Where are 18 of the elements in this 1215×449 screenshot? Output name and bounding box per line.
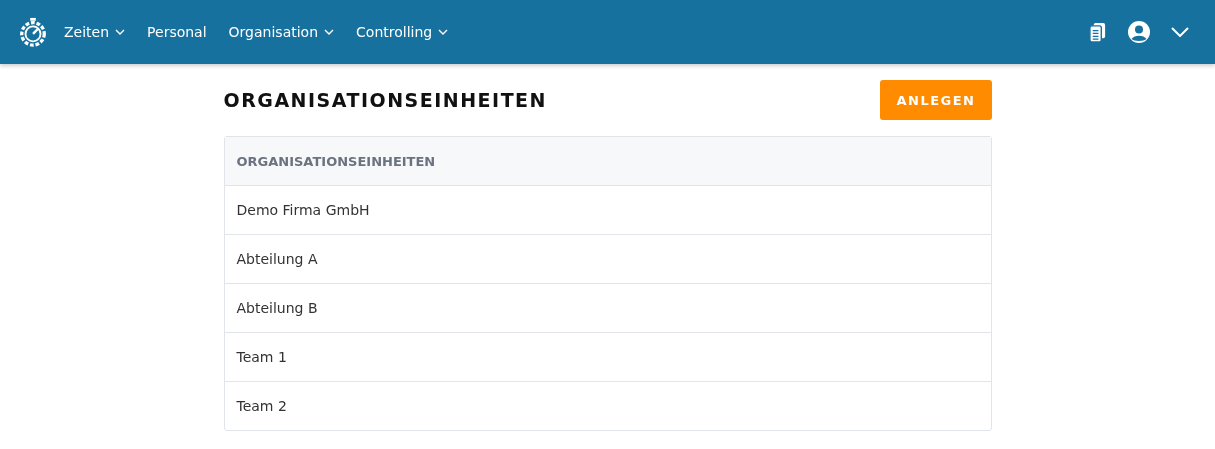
stopwatch-icon[interactable] xyxy=(18,17,48,47)
user-icon[interactable] xyxy=(1127,20,1151,44)
table-cell[interactable]: Abteilung A xyxy=(224,235,991,284)
nav-menu-item[interactable]: Zeiten xyxy=(64,24,126,40)
table-cell[interactable]: Team 1 xyxy=(224,333,991,382)
table-cell[interactable]: Abteilung B xyxy=(224,284,991,333)
page-title: ORGANISATIONSEINHEITEN xyxy=(223,89,547,111)
chevron-down-icon[interactable] xyxy=(1171,27,1189,37)
chevron-down-icon[interactable] xyxy=(438,29,449,35)
table-cell[interactable]: Team 2 xyxy=(224,382,991,430)
nav-menu-item[interactable]: Personal xyxy=(147,24,207,40)
column-header: ORGANISATIONSEINHEITEN xyxy=(224,137,991,186)
documents-icon[interactable] xyxy=(1088,21,1107,43)
chevron-down-icon[interactable] xyxy=(115,29,126,35)
nav-menu-item[interactable]: Organisation xyxy=(228,24,335,40)
chevron-down-icon[interactable] xyxy=(324,29,335,35)
table-cell[interactable]: Demo Firma GmbH xyxy=(224,186,991,235)
nav-menu-item[interactable]: Controlling xyxy=(356,24,449,40)
